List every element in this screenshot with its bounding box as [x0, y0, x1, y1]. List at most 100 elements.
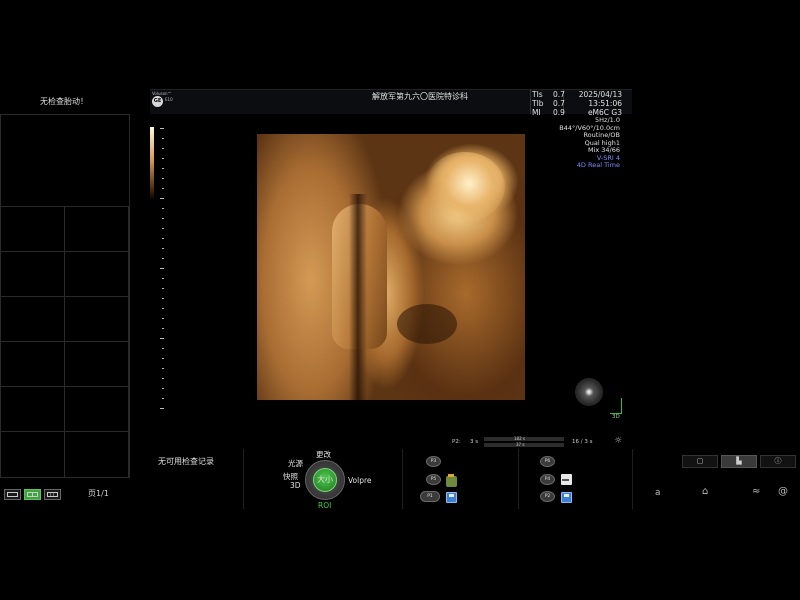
- panel-divider: [243, 449, 244, 509]
- layout-single-button[interactable]: [4, 489, 21, 500]
- knob-label-change[interactable]: 更改: [316, 449, 331, 460]
- knob-center-size[interactable]: 大小: [313, 468, 337, 492]
- cine-loop-bar: P2: 3 s 182 s 37 s 16 / 3 s ☼: [452, 436, 632, 448]
- logo-model-text: E10: [165, 97, 173, 102]
- param-value: 0.7: [553, 90, 565, 99]
- preset-button-p2[interactable]: P2: [540, 491, 555, 502]
- knob-label-light[interactable]: 光源: [288, 458, 303, 469]
- thumbnail-slot[interactable]: [1, 207, 65, 252]
- depth-tick: [162, 258, 164, 259]
- thumbnail-slot[interactable]: [1, 342, 65, 387]
- depth-tick: [162, 208, 164, 209]
- render-shadow: [349, 194, 367, 400]
- chart-icon: ▙: [736, 457, 742, 465]
- depth-scale: [160, 128, 166, 414]
- preset-button-p5[interactable]: P5: [426, 474, 441, 485]
- exam-date: 2025/04/13: [578, 90, 622, 99]
- tab-info[interactable]: ⓘ: [760, 455, 796, 468]
- knob-label-volpre[interactable]: Volpre: [348, 476, 372, 485]
- render-mode: 4D Real Time: [576, 161, 620, 169]
- depth-tick: [162, 248, 164, 249]
- panel-divider: [632, 449, 633, 509]
- layout-single-icon: [7, 492, 18, 497]
- depth-tick: [162, 308, 164, 309]
- depth-tick: [162, 318, 164, 319]
- param-label: TIs: [532, 90, 543, 99]
- color-map-bar: [150, 127, 154, 200]
- ge-logo-icon: GE: [152, 96, 163, 107]
- depth-tick: [160, 338, 164, 339]
- preset-button-p3[interactable]: P3: [426, 456, 441, 467]
- param-label: TIb: [532, 99, 544, 108]
- header-divider: [530, 89, 531, 114]
- tab-measure-chart[interactable]: ▙: [721, 455, 757, 468]
- depth-tick: [162, 288, 164, 289]
- thumbnail-slot[interactable]: [65, 207, 129, 252]
- depth-tick: [162, 298, 164, 299]
- save-floppy-icon[interactable]: [446, 492, 457, 503]
- layout-nine-button[interactable]: [44, 489, 61, 500]
- layout-nine-icon: [47, 492, 58, 497]
- preset-button-p1[interactable]: P1: [420, 491, 440, 502]
- thumbnail-slot[interactable]: [65, 297, 129, 342]
- wifi-icon[interactable]: ≈: [752, 486, 760, 497]
- panel-divider: [402, 449, 403, 509]
- network-icon[interactable]: ⌂: [702, 486, 708, 497]
- cine-store-icon[interactable]: [446, 474, 457, 487]
- info-icon: ⓘ: [774, 457, 782, 465]
- thermal-index-params: TIs 0.7 TIb 0.7 MI 0.9: [532, 90, 565, 117]
- depth-tick: [162, 378, 164, 379]
- thumbnail-slot[interactable]: [1, 387, 65, 432]
- depth-tick: [162, 188, 164, 189]
- axis-vertical: [621, 398, 622, 414]
- cine-track[interactable]: 182 s 37 s: [484, 436, 564, 447]
- thumbnail-slot[interactable]: [1, 297, 65, 342]
- cine-track-top: 182 s: [514, 436, 525, 441]
- ge-voluson-logo: Voluson™ GE E10: [152, 91, 178, 109]
- depth-tick: [162, 328, 164, 329]
- thumbnail-layout-buttons: [4, 489, 61, 500]
- thumbnail-slot[interactable]: [65, 387, 129, 432]
- 3d-fetal-render[interactable]: [257, 134, 525, 400]
- gear-icon[interactable]: ☼: [614, 436, 622, 446]
- thumbnail-slot[interactable]: [65, 252, 129, 297]
- knob-label-3d[interactable]: 3D: [290, 481, 301, 490]
- depth-tick: [162, 398, 164, 399]
- cine-track-bottom: 37 s: [516, 442, 525, 447]
- keyboard-a-icon[interactable]: a: [655, 488, 661, 498]
- param-row: TIb 0.7: [532, 99, 565, 108]
- depth-tick: [160, 128, 164, 129]
- knob-label-roi[interactable]: ROI: [318, 501, 331, 510]
- panel-divider: [518, 449, 519, 509]
- exam-time: 13:51:06: [588, 99, 622, 108]
- depth-tick: [160, 198, 164, 199]
- param-value: 0.7: [553, 99, 565, 108]
- no-fetal-movement-warning: 无检查胎动！: [40, 97, 88, 106]
- depth-tick: [162, 148, 164, 149]
- save-floppy-icon[interactable]: [561, 492, 572, 503]
- thumbnail-slot[interactable]: [65, 342, 129, 387]
- date-time-probe: 2025/04/13 13:51:06 eM6C G3: [566, 90, 622, 117]
- thumbnail-slot[interactable]: [1, 252, 65, 297]
- thumbnail-slot[interactable]: [1, 115, 129, 207]
- cine-start-time: 3 s: [470, 439, 479, 445]
- preset-button-p4[interactable]: P4: [540, 474, 555, 485]
- no-exam-records-label: 无可用检查记录: [158, 457, 214, 466]
- depth-tick: [162, 218, 164, 219]
- depth-tick: [162, 158, 164, 159]
- render-shadow: [397, 304, 457, 344]
- param-label: MI: [532, 108, 541, 117]
- print-icon[interactable]: [561, 474, 572, 485]
- layout-quad-button[interactable]: [24, 489, 41, 500]
- depth-tick: [162, 238, 164, 239]
- depth-tick: [162, 388, 164, 389]
- depth-tick: [162, 228, 164, 229]
- email-icon[interactable]: @: [778, 486, 788, 497]
- thumbnail-slot[interactable]: [1, 432, 65, 477]
- tab-exam-review[interactable]: ▢: [682, 455, 718, 468]
- thumbnail-grid: [0, 114, 130, 478]
- thumbnail-slot[interactable]: [65, 432, 129, 477]
- light-orientation-ball[interactable]: [575, 378, 603, 406]
- depth-tick: [162, 168, 164, 169]
- preset-button-p6[interactable]: P6: [540, 456, 555, 467]
